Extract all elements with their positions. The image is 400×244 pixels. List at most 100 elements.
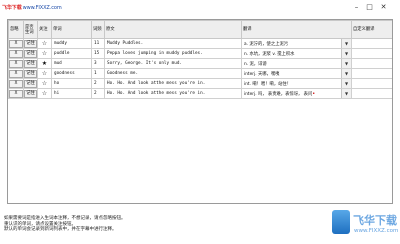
note-line: 如果需要词是指进入生词本注释，不想记录，请点忽略按钮。 — [4, 216, 126, 221]
remember-button[interactable]: 记住 — [24, 69, 37, 78]
word-grid: 忽略 是否生词 关注 单词 词频 原文 翻译 自定义翻译 X 记住 ☆ muddy 11… — [7, 19, 393, 204]
translation-pos: interj. — [244, 71, 257, 77]
star-cell: ☆ — [37, 38, 52, 49]
star-cell: ☆ — [37, 88, 52, 99]
star-icon[interactable]: ☆ — [42, 40, 47, 47]
col-ignore-header[interactable]: 忽略 — [8, 20, 24, 39]
freq-cell: 15 — [91, 48, 105, 59]
custom-translation-cell[interactable] — [351, 88, 392, 99]
word-table: 忽略 是否生词 关注 单词 词频 原文 翻译 自定义翻译 X 记住 ☆ muddy 11… — [8, 20, 392, 99]
title-bar: 飞华下载www.FIXXZ.com – □ ✕ — [0, 0, 400, 17]
col-source-header[interactable]: 原文 — [104, 20, 242, 39]
word-cell[interactable]: puddle — [51, 48, 92, 59]
table-row: X 记住 ★ mud 3 Sorry, George. It's only mud. n. … — [8, 58, 392, 69]
star-icon[interactable]: ☆ — [42, 90, 47, 97]
header-row: 忽略 是否生词 关注 单词 词频 原文 翻译 自定义翻译 — [8, 20, 392, 39]
app-window: 飞华下载www.FIXXZ.com – □ ✕ 忽略 是否生词 关注 单词 词频… — [0, 0, 400, 244]
ignore-button[interactable]: X — [9, 59, 23, 68]
chevron-down-icon[interactable]: ▼ — [341, 69, 351, 78]
remember-button[interactable]: 记住 — [24, 49, 37, 58]
table-row: X 记住 ☆ muddy 11 Muddy Puddles. a. 泥泞的，使之上泥污 ▼ — [8, 38, 392, 49]
translation-combo[interactable]: a. 泥泞的，使之上泥污 ▼ — [241, 38, 352, 49]
star-icon[interactable]: ☆ — [42, 50, 47, 57]
help-notes: 如果需要词是指进入生词本注释，不想记录，请点忽略按钮。 重认识的单词，请点设置关… — [4, 216, 126, 233]
ignore-cell: X — [8, 58, 24, 69]
dot-icon: • — [312, 90, 316, 97]
chevron-down-icon[interactable]: ▼ — [341, 39, 351, 48]
maximize-button[interactable]: □ — [364, 2, 375, 12]
logo-text: 飞华下载 — [2, 5, 22, 11]
table-row: X 记住 ☆ goodness 1 Goodness me. interj. 天哪，嘿咦 ▼ — [8, 68, 392, 79]
translation-combo[interactable]: interj. 吗， 表责难，表惊讶， 表问• ▼ — [241, 88, 352, 99]
chevron-down-icon[interactable]: ▼ — [341, 89, 351, 98]
custom-translation-cell[interactable] — [351, 38, 392, 49]
word-cell[interactable]: muddy — [51, 38, 92, 49]
word-cell[interactable]: hi — [51, 88, 92, 99]
minimize-button[interactable]: – — [351, 2, 362, 12]
star-icon[interactable]: ☆ — [42, 70, 47, 77]
col-word-header[interactable]: 单词 — [51, 20, 92, 39]
ignore-cell: X — [8, 38, 24, 49]
col-star-header[interactable]: 关注 — [37, 20, 52, 39]
col-freq-header[interactable]: 词频 — [91, 20, 105, 39]
translation-text: 泥，诽谤 — [249, 61, 267, 67]
chevron-down-icon[interactable]: ▼ — [341, 49, 351, 58]
col-status-header[interactable]: 是否生词 — [23, 20, 38, 39]
col-custom-header[interactable]: 自定义翻译 — [351, 20, 392, 39]
custom-translation-cell[interactable] — [351, 48, 392, 59]
ignore-button[interactable]: X — [9, 79, 23, 88]
custom-translation-cell[interactable] — [351, 58, 392, 69]
remember-button[interactable]: 记住 — [24, 79, 37, 88]
star-cell: ☆ — [37, 68, 52, 79]
ignore-button[interactable]: X — [9, 39, 23, 48]
table-row: X 记住 ☆ puddle 15 Peppa loves jumping in muddy… — [8, 48, 392, 59]
word-cell[interactable]: goodness — [51, 68, 92, 79]
status-cell: 记住 — [23, 78, 38, 89]
source-cell: Peppa loves jumping in muddy puddles. — [104, 48, 242, 59]
custom-translation-cell[interactable] — [351, 68, 392, 79]
ignore-cell: X — [8, 88, 24, 99]
logo-url: www.FIXXZ.com — [22, 5, 62, 11]
ignore-button[interactable]: X — [9, 49, 23, 58]
freq-cell: 2 — [91, 88, 105, 99]
translation-combo[interactable]: n. 泥，诽谤 ▼ — [241, 58, 352, 69]
ignore-cell: X — [8, 68, 24, 79]
close-button[interactable]: ✕ — [378, 2, 389, 12]
translation-combo[interactable]: int. 嗬！喂！嗬，站住！ ▼ — [241, 78, 352, 89]
star-icon[interactable]: ☆ — [42, 80, 47, 87]
star-cell: ★ — [37, 58, 52, 69]
translation-combo[interactable]: n. 水坑，泥浆 v. 搅上积水 ▼ — [241, 48, 352, 59]
chevron-down-icon[interactable]: ▼ — [341, 59, 351, 68]
table-row: X 记住 ☆ ho 2 Ho. Ho. And look atthe mess you'r… — [8, 78, 392, 89]
word-cell[interactable]: ho — [51, 78, 92, 89]
freq-cell: 11 — [91, 38, 105, 49]
table-row: X 记住 ☆ hi 2 Ho. Ho. And look atthe mess you'r… — [8, 88, 392, 99]
col-translation-header[interactable]: 翻译 — [241, 20, 352, 39]
status-cell: 记住 — [23, 48, 38, 59]
star-icon[interactable]: ★ — [42, 60, 47, 67]
custom-translation-cell[interactable] — [351, 78, 392, 89]
word-cell[interactable]: mud — [51, 58, 92, 69]
status-cell: 记住 — [23, 88, 38, 99]
status-cell: 记住 — [23, 58, 38, 69]
watermark: 飞华下载 www.FIXXZ.com — [332, 208, 398, 240]
freq-cell: 3 — [91, 58, 105, 69]
source-cell: Ho. Ho. And look atthe mess you're in. — [104, 78, 242, 89]
note-line: 默认的单词会记录到新词列表中，并在字幕中进行注释。 — [4, 227, 117, 233]
ignore-button[interactable]: X — [9, 69, 23, 78]
ignore-button[interactable]: X — [9, 89, 23, 98]
remember-button[interactable]: 记住 — [24, 89, 37, 98]
remember-button[interactable]: 记住 — [24, 39, 37, 48]
watermark-title: 飞华下载 — [353, 214, 397, 227]
chevron-down-icon[interactable]: ▼ — [341, 79, 351, 88]
ignore-cell: X — [8, 78, 24, 89]
translation-combo[interactable]: interj. 天哪，嘿咦 ▼ — [241, 68, 352, 79]
source-cell: Goodness me. — [104, 68, 242, 79]
translation-pos: n. — [244, 51, 249, 57]
source-cell: Ho. Ho. And look atthe mess you're in. — [104, 88, 242, 99]
status-cell: 记住 — [23, 68, 38, 79]
translation-pos: a. — [244, 41, 248, 47]
translation-text: 吗， 表责难，表惊讶， 表问 — [257, 91, 313, 97]
translation-pos: interj. — [244, 91, 257, 97]
remember-button[interactable]: 记住 — [24, 59, 37, 68]
